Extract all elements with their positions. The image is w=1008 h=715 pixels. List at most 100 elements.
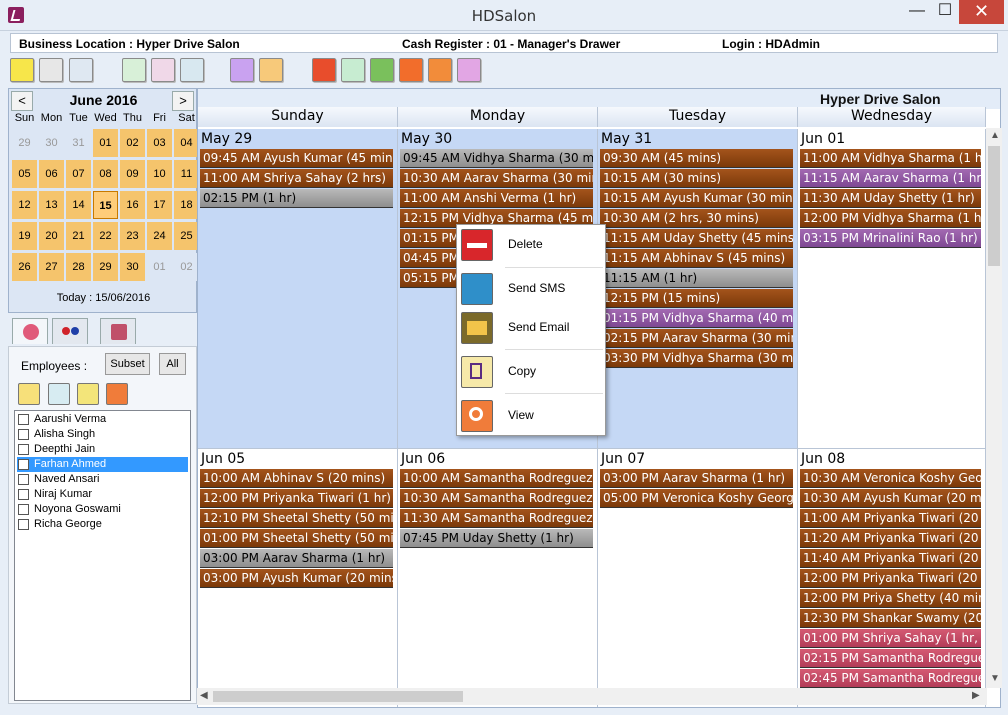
context-send-sms[interactable]: Send SMS	[457, 269, 605, 309]
employee-checkbox[interactable]	[18, 504, 29, 515]
day-cell[interactable]: Jun 01 11:00 AM Vidhya Sharma (1 hr) 11:15…	[798, 129, 986, 449]
context-view[interactable]: View	[457, 396, 605, 436]
appointment[interactable]: 11:00 AM Priyanka Tiwari (20 mins)	[800, 509, 981, 528]
day-cell[interactable]: May 31 09:30 AM (45 mins) 10:15 AM (30 min…	[598, 129, 798, 449]
calendar-day[interactable]: 16	[120, 191, 145, 219]
calendar-day[interactable]: 01	[147, 253, 172, 281]
appointment[interactable]: 09:30 AM (45 mins)	[600, 149, 793, 168]
maximize-button[interactable]: ☐	[931, 0, 959, 24]
calendar-today-label[interactable]: Today : 15/06/2016	[9, 292, 198, 304]
search-icon[interactable]	[106, 383, 128, 405]
appointment[interactable]: 11:15 AM Uday Shetty (45 mins)	[600, 229, 793, 248]
calendar-day[interactable]: 28	[66, 253, 91, 281]
day-cell[interactable]: May 29 09:45 AM Ayush Kumar (45 mins) 11:0…	[198, 129, 398, 449]
minimize-button[interactable]: —	[903, 0, 931, 24]
calendar-day[interactable]: 10	[147, 160, 172, 188]
day-cell[interactable]: Jun 08 10:30 AM Veronica Koshy George10:3…	[798, 449, 986, 707]
appointment[interactable]: 12:00 PM Priyanka Tiwari (1 hr)	[200, 489, 393, 508]
appointment[interactable]: 07:45 PM Uday Shetty (1 hr)	[400, 529, 593, 548]
calendar-day[interactable]: 17	[147, 191, 172, 219]
calendar-day[interactable]: 24	[147, 222, 172, 250]
context-copy[interactable]: Copy	[457, 352, 605, 392]
appointment[interactable]: 10:15 AM (30 mins)	[600, 169, 793, 188]
vertical-scroll-thumb[interactable]	[988, 146, 1000, 266]
appointment[interactable]: 11:40 AM Priyanka Tiwari (20 mins)	[800, 549, 981, 568]
calendar-day[interactable]: 20	[39, 222, 64, 250]
appointment[interactable]: 03:00 PM Ayush Kumar (20 mins)	[200, 569, 393, 588]
employee-checkbox[interactable]	[18, 474, 29, 485]
appointment[interactable]: 11:15 AM Abhinav S (45 mins)	[600, 249, 793, 268]
employee-item[interactable]: Niraj Kumar	[17, 487, 188, 502]
menu-icon[interactable]	[10, 58, 34, 82]
tab-resources[interactable]	[52, 318, 88, 344]
employee-item[interactable]: Farhan Ahmed	[17, 457, 188, 472]
appointment[interactable]: 03:15 PM Mrinalini Rao (1 hr)	[800, 229, 981, 248]
appointment[interactable]: 11:00 AM Vidhya Sharma (1 hr)	[800, 149, 981, 168]
appointment[interactable]: 12:00 PM Vidhya Sharma (1 hr)	[800, 209, 981, 228]
calendar-day[interactable]: 09	[120, 160, 145, 188]
appointment[interactable]: 11:00 AM Shriya Sahay (2 hrs)	[200, 169, 393, 188]
calendar-day[interactable]: 14	[66, 191, 91, 219]
calendar-day[interactable]: 02	[174, 253, 199, 281]
day-cell[interactable]: Jun 05 10:00 AM Abhinav S (20 mins) 12:00 …	[198, 449, 398, 707]
tab-employees[interactable]	[12, 318, 48, 344]
appointment[interactable]: 02:15 PM Samantha Rodreguez	[800, 649, 981, 668]
calendar-day[interactable]: 07	[66, 160, 91, 188]
appointment[interactable]: 12:10 PM Sheetal Shetty (50 mins)	[200, 509, 393, 528]
appointment[interactable]: 01:00 PM Sheetal Shetty (50 mins)	[200, 529, 393, 548]
calendar-day[interactable]: 25	[174, 222, 199, 250]
calendar-day[interactable]: 11	[174, 160, 199, 188]
calendar-day[interactable]: 15	[93, 191, 118, 219]
day-cell[interactable]: Jun 06 10:00 AM Samantha Rodreguez (10:30…	[398, 449, 598, 707]
calendar-day[interactable]: 01	[93, 129, 118, 157]
appointment[interactable]: 02:45 PM Samantha Rodreguez	[800, 669, 981, 688]
employee-item[interactable]: Richa George	[17, 517, 188, 532]
deselect-icon[interactable]	[48, 383, 70, 405]
scroll-right-arrow-icon[interactable]: ▶	[972, 690, 980, 701]
employee-checkbox[interactable]	[18, 489, 29, 500]
calendar-today-icon[interactable]	[341, 58, 365, 82]
calendar-day[interactable]: 27	[39, 253, 64, 281]
calendar-day[interactable]: 29	[12, 129, 37, 157]
employee-item[interactable]: Alisha Singh	[17, 427, 188, 442]
settings-gear-icon[interactable]	[312, 58, 336, 82]
appointment[interactable]: 03:30 PM Vidhya Sharma (30 mins)	[600, 349, 793, 368]
appointment[interactable]: 03:00 PM Aarav Sharma (1 hr)	[600, 469, 793, 488]
appointment[interactable]: 12:30 PM Shankar Swamy (20 mins)	[800, 609, 981, 628]
appointment[interactable]: 10:00 AM Samantha Rodreguez (	[400, 469, 593, 488]
employee-checkbox[interactable]	[18, 429, 29, 440]
calendar-prev-button[interactable]: <	[11, 91, 33, 111]
select-check-icon[interactable]	[18, 383, 40, 405]
scroll-left-arrow-icon[interactable]: ◀	[200, 690, 208, 701]
appointment[interactable]: 03:00 PM Aarav Sharma (1 hr)	[200, 549, 393, 568]
previous-arrow-icon[interactable]	[230, 58, 254, 82]
appointment[interactable]: 11:00 AM Anshi Verma (1 hr)	[400, 189, 593, 208]
key-icon[interactable]	[457, 58, 481, 82]
scroll-down-arrow-icon[interactable]: ▼	[990, 673, 1000, 684]
calendar-day[interactable]: 29	[93, 253, 118, 281]
appointment[interactable]: 10:30 AM Samantha Rodreguez (	[400, 489, 593, 508]
calendar-day[interactable]: 05	[12, 160, 37, 188]
calendar-day[interactable]: 13	[39, 191, 64, 219]
appointment[interactable]: 10:00 AM Abhinav S (20 mins)	[200, 469, 393, 488]
calendar-day[interactable]: 30	[39, 129, 64, 157]
scroll-up-arrow-icon[interactable]: ▲	[990, 130, 1000, 141]
calculator-icon[interactable]	[39, 58, 63, 82]
calendar-day[interactable]: 18	[174, 191, 199, 219]
employee-item[interactable]: Noyona Goswami	[17, 502, 188, 517]
appointment[interactable]: 10:30 AM (2 hrs, 30 mins)	[600, 209, 793, 228]
appointment[interactable]: 09:45 AM Vidhya Sharma (30 mins)	[400, 149, 593, 168]
appointment[interactable]: 11:15 AM (1 hr)	[600, 269, 793, 288]
day-cell[interactable]: Jun 07 03:00 PM Aarav Sharma (1 hr) 05:00 …	[598, 449, 798, 707]
vertical-scrollbar[interactable]: ▲ ▼	[986, 128, 1002, 688]
clear-icon[interactable]	[77, 383, 99, 405]
calendar-day-icon[interactable]	[122, 58, 146, 82]
calendar-day[interactable]: 12	[12, 191, 37, 219]
employee-item[interactable]: Aarushi Verma	[17, 412, 188, 427]
calendar-day[interactable]: 02	[120, 129, 145, 157]
appointment[interactable]: 11:30 AM Uday Shetty (1 hr)	[800, 189, 981, 208]
all-button[interactable]: All	[159, 353, 186, 375]
close-button[interactable]: ✕	[959, 0, 1004, 24]
notes-icon[interactable]	[428, 58, 452, 82]
appointment[interactable]: 10:15 AM Ayush Kumar (30 mins)	[600, 189, 793, 208]
